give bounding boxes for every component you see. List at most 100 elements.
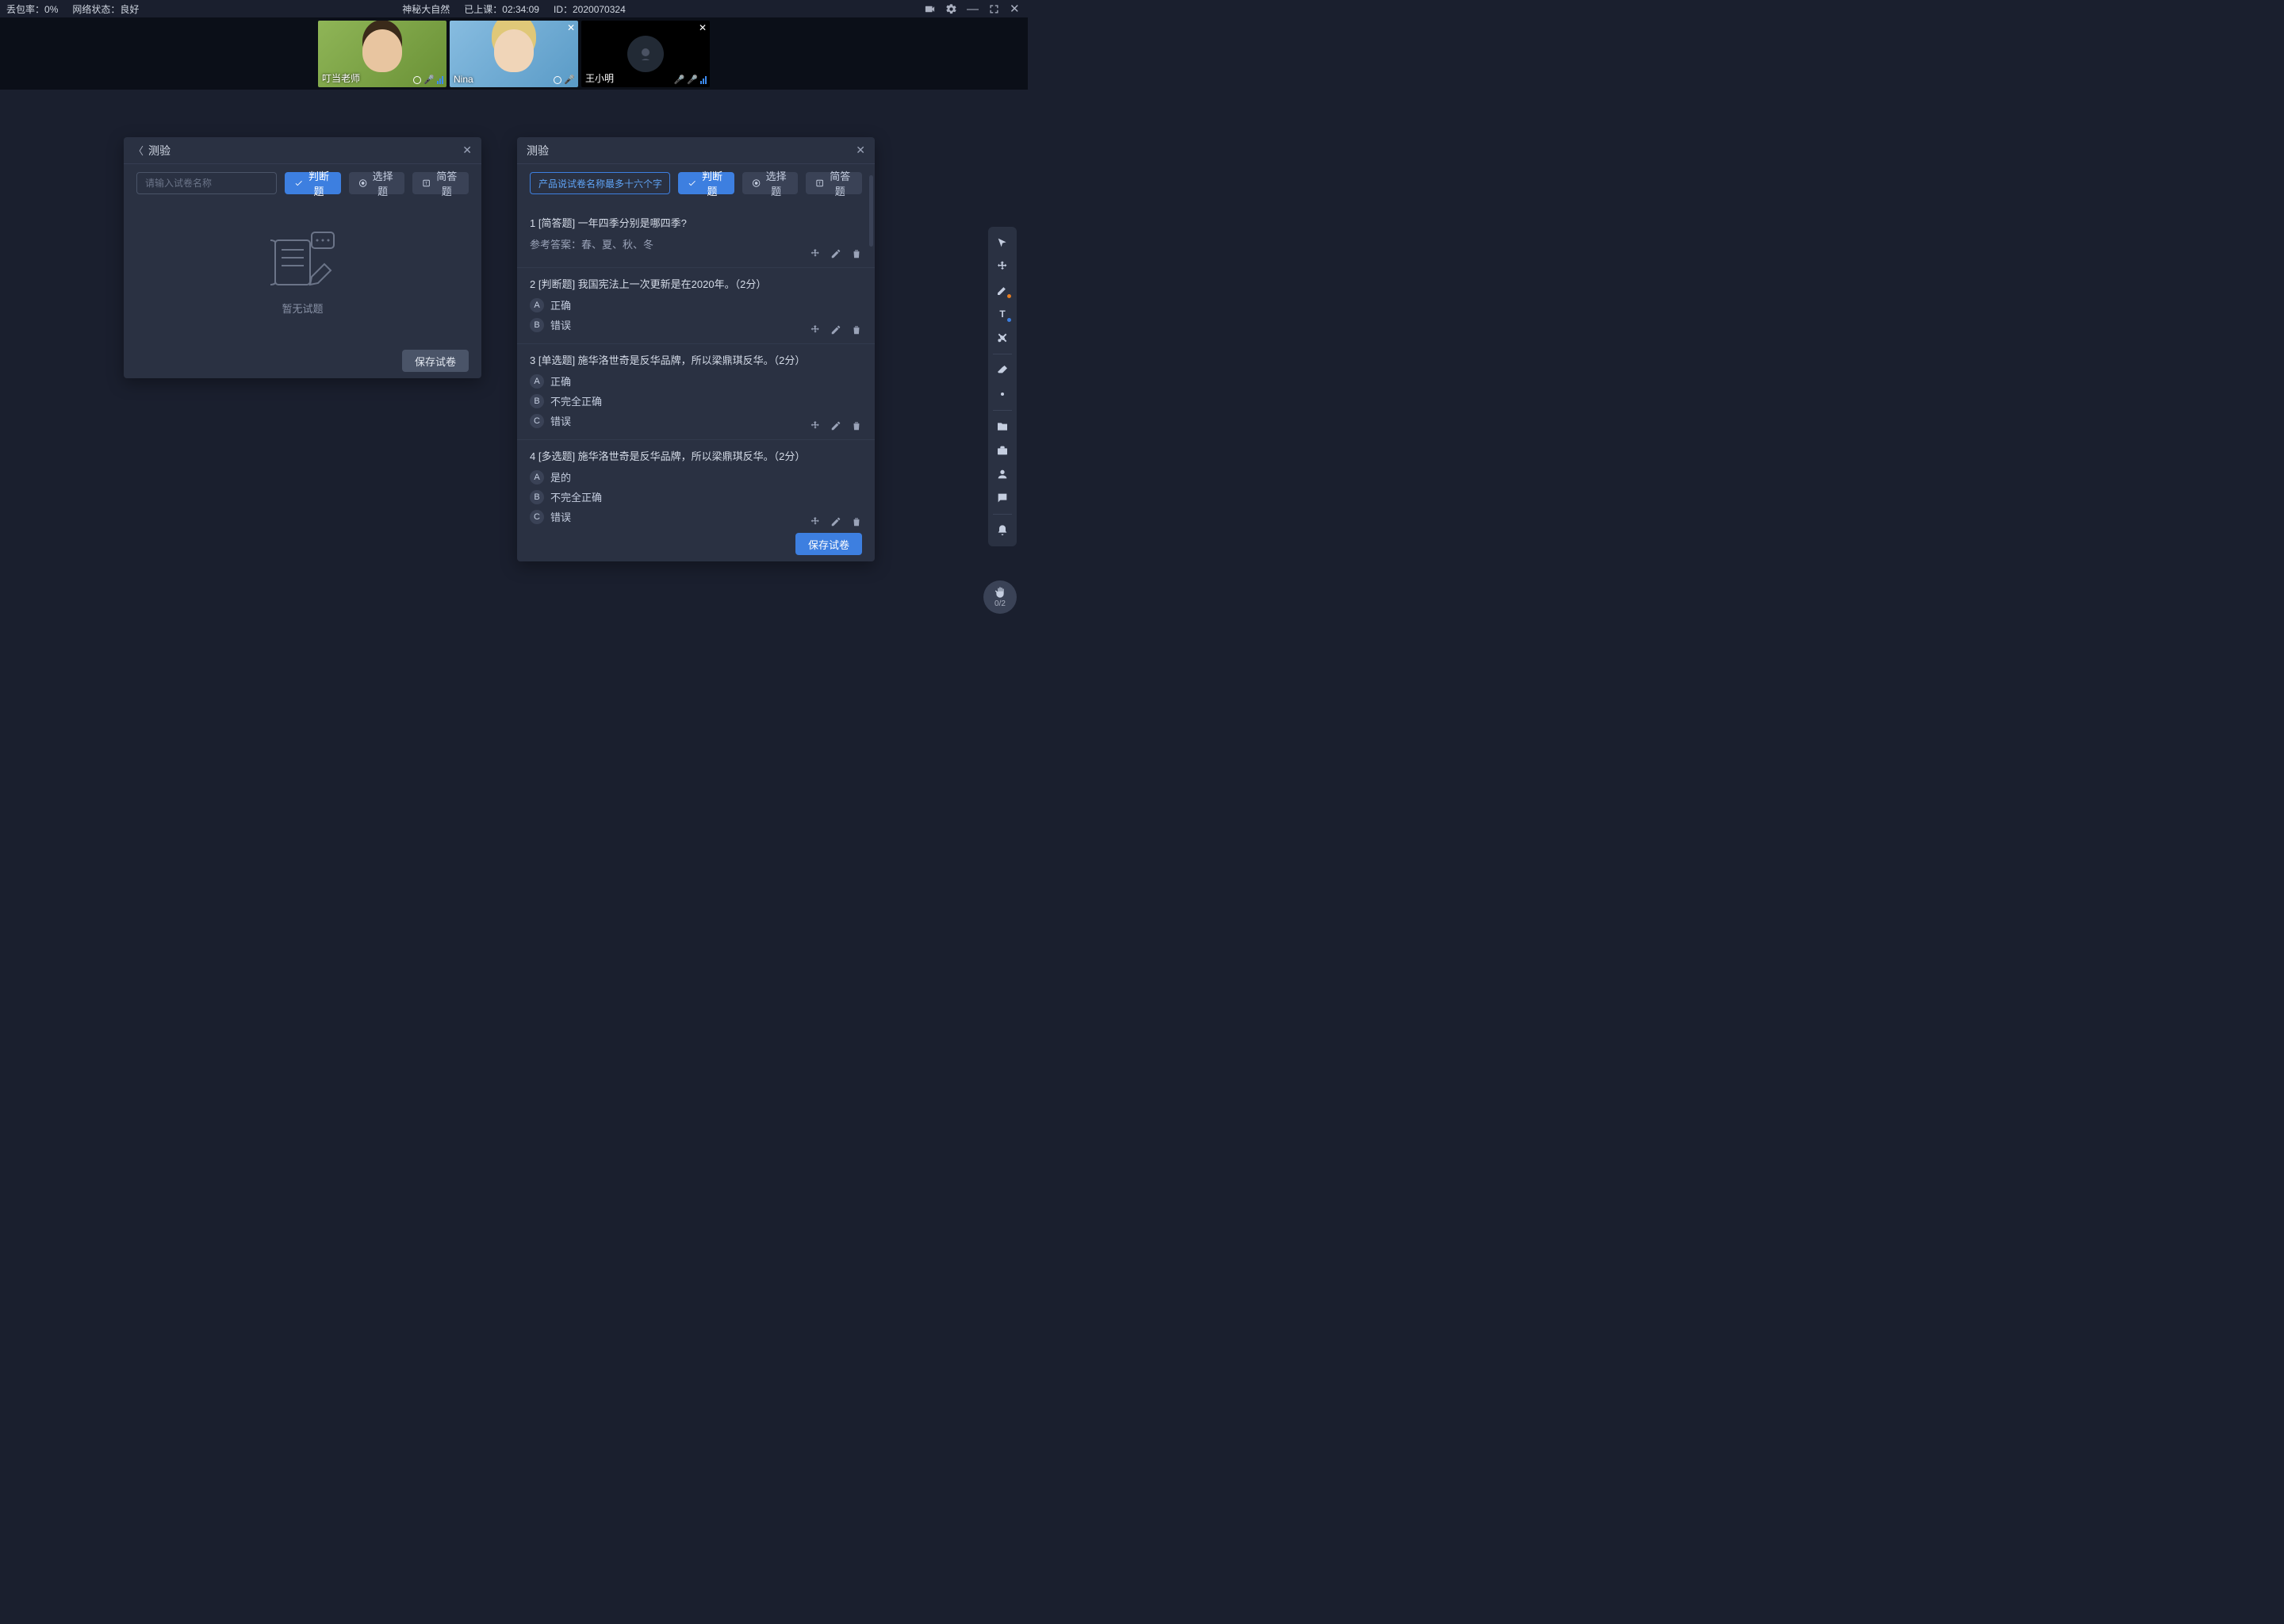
quiz-name-input[interactable]: [136, 172, 277, 194]
question-item: 1 [简答题] 一年四季分别是哪四季? 参考答案：春、夏、秋、冬: [517, 207, 875, 268]
hand-raise-badge[interactable]: 0/2: [983, 580, 1017, 614]
chat-tool-icon[interactable]: [990, 487, 1015, 509]
scissors-tool-icon[interactable]: [990, 327, 1015, 349]
move-icon[interactable]: [810, 420, 821, 431]
add-choice-button[interactable]: 选择题: [742, 172, 799, 194]
add-choice-button[interactable]: 选择题: [349, 172, 405, 194]
edit-icon[interactable]: [830, 248, 841, 259]
question-option[interactable]: A是的: [530, 469, 862, 485]
folder-tool-icon[interactable]: [990, 416, 1015, 438]
video-name: Nina: [454, 74, 473, 85]
camera-icon[interactable]: [924, 3, 936, 15]
video-tile-teacher[interactable]: 叮当老师 🎤: [318, 21, 446, 87]
camera-off-icon: [627, 36, 664, 72]
video-name: 叮当老师: [322, 71, 360, 85]
panel-header: 测验 ✕: [517, 137, 875, 164]
close-window-button[interactable]: ✕: [1010, 3, 1021, 15]
panel-footer: 保存试卷: [517, 527, 875, 561]
delete-icon[interactable]: [851, 248, 862, 259]
svg-text:T: T: [818, 182, 822, 186]
save-quiz-button[interactable]: 保存试卷: [795, 533, 862, 555]
packet-loss: 丢包率：0%: [6, 2, 58, 16]
add-short-answer-button[interactable]: T 简答题: [806, 172, 862, 194]
question-option[interactable]: B不完全正确: [530, 393, 862, 408]
elapsed-time: 已上课：02:34:09: [464, 2, 539, 16]
move-icon[interactable]: [810, 324, 821, 335]
user-tool-icon[interactable]: [990, 463, 1015, 485]
mic-icon: 🎤: [423, 75, 435, 85]
question-actions: [810, 420, 862, 431]
delete-icon[interactable]: [851, 516, 862, 527]
quiz-name-input[interactable]: [530, 172, 670, 194]
edit-icon[interactable]: [830, 516, 841, 527]
question-item: 2 [判断题] 我国宪法上一次更新是在2020年。（2分） A正确 B错误: [517, 268, 875, 344]
toolbox-tool-icon[interactable]: [990, 439, 1015, 462]
bell-tool-icon[interactable]: [990, 519, 1015, 542]
course-name: 神秘大自然: [402, 2, 450, 16]
mic-icon: 🎤: [564, 75, 575, 85]
add-judge-button[interactable]: 判断题: [285, 172, 341, 194]
question-option[interactable]: A正确: [530, 297, 862, 312]
move-tool-icon[interactable]: [990, 255, 1015, 278]
side-toolbar: T: [988, 227, 1017, 546]
fullscreen-button[interactable]: [988, 3, 1000, 15]
edit-icon[interactable]: [830, 324, 841, 335]
panel-footer: 保存试卷: [124, 343, 481, 378]
video-strip: 叮当老师 🎤 ✕ Nina 🎤 ✕ 王小明 🎤 🎤: [0, 17, 1028, 90]
question-actions: [810, 248, 862, 259]
status-bar: 丢包率：0% 网络状态：良好 神秘大自然 已上课：02:34:09 ID：202…: [0, 0, 1028, 17]
settings-icon[interactable]: [945, 3, 957, 15]
add-judge-button[interactable]: 判断题: [678, 172, 734, 194]
question-option[interactable]: B不完全正确: [530, 489, 862, 504]
question-heading: 3 [单选题] 施华洛世奇是反华品牌，所以梁鼎琪反华。（2分）: [530, 352, 862, 367]
quiz-panel-empty: 〈 测验 ✕ 判断题 选择题 T 简答题: [124, 137, 481, 378]
video-tile-student-1[interactable]: ✕ Nina 🎤: [450, 21, 578, 87]
laser-tool-icon[interactable]: [990, 383, 1015, 405]
empty-illustration-icon: [267, 231, 339, 291]
add-short-answer-button[interactable]: T 简答题: [412, 172, 469, 194]
question-heading: 4 [多选题] 施华洛世奇是反华品牌，所以梁鼎琪反华。（2分）: [530, 448, 862, 463]
svg-text:T: T: [999, 308, 1006, 320]
back-icon[interactable]: 〈: [133, 143, 144, 158]
empty-label: 暂无试题: [282, 301, 323, 316]
question-item: 4 [多选题] 施华洛世奇是反华品牌，所以梁鼎琪反华。（2分） A是的 B不完全…: [517, 440, 875, 527]
pointer-tool-icon[interactable]: [990, 232, 1015, 254]
panel-title: 测验: [527, 143, 549, 159]
mic-icon: 🎤: [687, 75, 698, 85]
close-icon[interactable]: ✕: [856, 144, 865, 157]
question-list[interactable]: 1 [简答题] 一年四季分别是哪四季? 参考答案：春、夏、秋、冬 2 [判断题]…: [517, 202, 875, 527]
pen-tool-icon[interactable]: [990, 279, 1015, 301]
delete-icon[interactable]: [851, 324, 862, 335]
move-icon[interactable]: [810, 248, 821, 259]
move-icon[interactable]: [810, 516, 821, 527]
question-heading: 2 [判断题] 我国宪法上一次更新是在2020年。（2分）: [530, 276, 862, 291]
panel-toolbar: 判断题 选择题 T 简答题: [124, 164, 481, 202]
hand-icon: [994, 586, 1006, 599]
svg-text:T: T: [425, 182, 428, 186]
quiz-panel-filled: 测验 ✕ 判断题 选择题 T 简答题 1 [简答题] 一年四季分别是哪四季? 参…: [517, 137, 875, 561]
video-name: 王小明: [585, 71, 614, 85]
question-heading: 1 [简答题] 一年四季分别是哪四季?: [530, 215, 862, 230]
empty-state: 暂无试题: [124, 202, 481, 343]
hand-count: 0/2: [994, 599, 1006, 608]
close-icon[interactable]: ✕: [567, 22, 575, 33]
save-quiz-button[interactable]: 保存试卷: [402, 350, 469, 372]
close-icon[interactable]: ✕: [699, 22, 707, 33]
panel-header: 〈 测验 ✕: [124, 137, 481, 164]
edit-icon[interactable]: [830, 420, 841, 431]
question-actions: [810, 324, 862, 335]
eraser-tool-icon[interactable]: [990, 359, 1015, 381]
panel-title: 测验: [148, 143, 171, 159]
close-icon[interactable]: ✕: [462, 144, 472, 157]
minimize-button[interactable]: —: [967, 3, 979, 15]
mic-muted-icon: 🎤: [674, 75, 685, 85]
scrollbar[interactable]: [869, 175, 873, 527]
question-option[interactable]: A正确: [530, 373, 862, 389]
panel-toolbar: 判断题 选择题 T 简答题: [517, 164, 875, 202]
delete-icon[interactable]: [851, 420, 862, 431]
network-status: 网络状态：良好: [72, 2, 139, 16]
question-actions: [810, 516, 862, 527]
question-item: 3 [单选题] 施华洛世奇是反华品牌，所以梁鼎琪反华。（2分） A正确 B不完全…: [517, 344, 875, 440]
text-tool-icon[interactable]: T: [990, 303, 1015, 325]
video-tile-student-2[interactable]: ✕ 王小明 🎤 🎤: [581, 21, 710, 87]
